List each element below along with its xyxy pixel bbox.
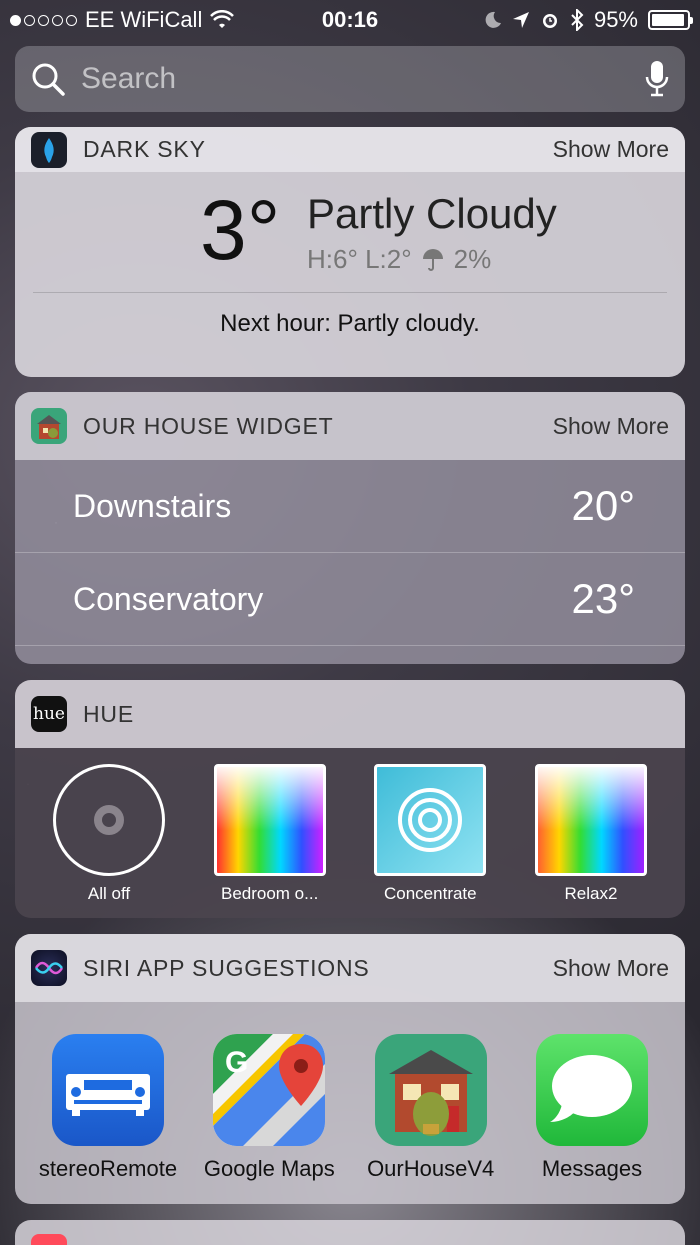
dark-sky-header: DARK SKY Show More — [15, 127, 685, 172]
siri-header: SIRI APP SUGGESTIONS Show More — [15, 934, 685, 1002]
app-label: stereoRemote — [38, 1156, 178, 1181]
dark-sky-widget[interactable]: DARK SKY Show More 3° Partly Cloudy H:6°… — [15, 127, 685, 377]
alarm-clock-icon — [542, 14, 557, 28]
wifi-icon — [210, 10, 235, 28]
room-temperature: 23° — [571, 575, 635, 622]
umbrella-icon — [422, 248, 443, 271]
battery-icon — [648, 10, 693, 30]
do-not-disturb-moon-icon — [485, 11, 501, 28]
siri-show-more-button[interactable]: Show More — [553, 955, 669, 982]
carrier-label: EE WiFiCall — [85, 7, 203, 32]
room-row-conservatory[interactable]: Conservatory 23° — [15, 553, 685, 646]
our-house-title: OUR HOUSE WIDGET — [83, 412, 334, 439]
high-low-temperature: H:6° L:2° — [307, 244, 412, 274]
hue-scene-label: Bedroom o... — [220, 884, 319, 903]
app-messages[interactable]: Messages — [517, 1034, 667, 1182]
room-row-downstairs[interactable]: Downstairs 20° — [15, 460, 685, 553]
room-name: Conservatory — [73, 580, 264, 617]
app-google-maps[interactable]: G Google Maps — [194, 1034, 344, 1182]
signal-strength-icon — [10, 14, 77, 26]
power-off-icon — [53, 764, 165, 876]
hue-app-icon: hue — [31, 696, 67, 732]
dark-sky-title: DARK SKY — [83, 136, 206, 162]
battery-percent: 95% — [593, 7, 638, 32]
room-name: Downstairs — [73, 487, 232, 524]
battery-level-fill — [652, 14, 685, 26]
siri-app-suggestions-widget[interactable]: SIRI APP SUGGESTIONS Show More stereoRem… — [15, 934, 685, 1204]
app-label: Messages — [541, 1156, 643, 1181]
hue-widget[interactable]: hue HUE All off Bedroom o... Concentrate — [15, 680, 685, 918]
app-stereoremote[interactable]: stereoRemote — [33, 1034, 183, 1182]
current-temperature: 3° — [200, 183, 281, 277]
app-label: OurHouseV4 — [367, 1156, 495, 1181]
hue-scene-bedroom[interactable]: Bedroom o... — [190, 764, 350, 904]
stereo-receiver-icon — [52, 1034, 164, 1146]
search-placeholder: Search — [81, 62, 177, 95]
search-icon — [32, 63, 65, 96]
our-house-show-more-button[interactable]: Show More — [553, 413, 669, 440]
room-temperature: 20° — [571, 482, 635, 529]
svg-text:G: G — [225, 1046, 248, 1079]
our-house-header: OUR HOUSE WIDGET Show More — [15, 392, 685, 460]
color-spectrum-icon — [534, 764, 647, 876]
hue-header: hue HUE — [15, 680, 685, 748]
app-label: Google Maps — [203, 1156, 335, 1181]
divider — [33, 292, 667, 293]
hue-scene-label: All off — [87, 884, 131, 903]
house-icon — [374, 1034, 487, 1146]
search-bar[interactable]: Search — [15, 46, 685, 112]
hue-scene-relax2[interactable]: Relax2 — [511, 764, 671, 904]
next-hour-forecast: Next hour: Partly cloudy. — [220, 310, 480, 337]
siri-title: SIRI APP SUGGESTIONS — [83, 954, 370, 981]
messages-icon — [535, 1034, 648, 1146]
our-house-app-icon — [31, 408, 67, 444]
app-icon — [31, 1234, 67, 1245]
hue-scene-label: Relax2 — [564, 884, 618, 903]
weather-condition: Partly Cloudy — [307, 190, 557, 237]
next-widget-peek[interactable] — [15, 1220, 685, 1245]
dark-sky-app-icon — [31, 131, 67, 168]
microphone-icon[interactable] — [645, 59, 669, 99]
google-maps-icon: G — [213, 1034, 326, 1146]
bluetooth-icon — [571, 9, 584, 31]
dark-sky-show-more-button[interactable]: Show More — [553, 136, 669, 163]
concentric-circles-icon — [374, 764, 487, 876]
our-house-widget[interactable]: OUR HOUSE WIDGET Show More Downstairs 20… — [15, 392, 685, 664]
precipitation-chance: 2% — [453, 244, 492, 274]
app-ourhousev4[interactable]: OurHouseV4 — [356, 1034, 506, 1182]
hue-title: HUE — [83, 700, 134, 727]
location-arrow-icon — [512, 12, 529, 28]
siri-icon — [31, 950, 67, 986]
hue-scene-concentrate[interactable]: Concentrate — [350, 764, 510, 904]
hue-scene-label: Concentrate — [384, 884, 477, 903]
status-bar: EE WiFiCall 00:16 95% — [0, 0, 700, 40]
color-spectrum-icon — [213, 764, 326, 876]
hue-scene-all-off[interactable]: All off — [29, 764, 189, 904]
